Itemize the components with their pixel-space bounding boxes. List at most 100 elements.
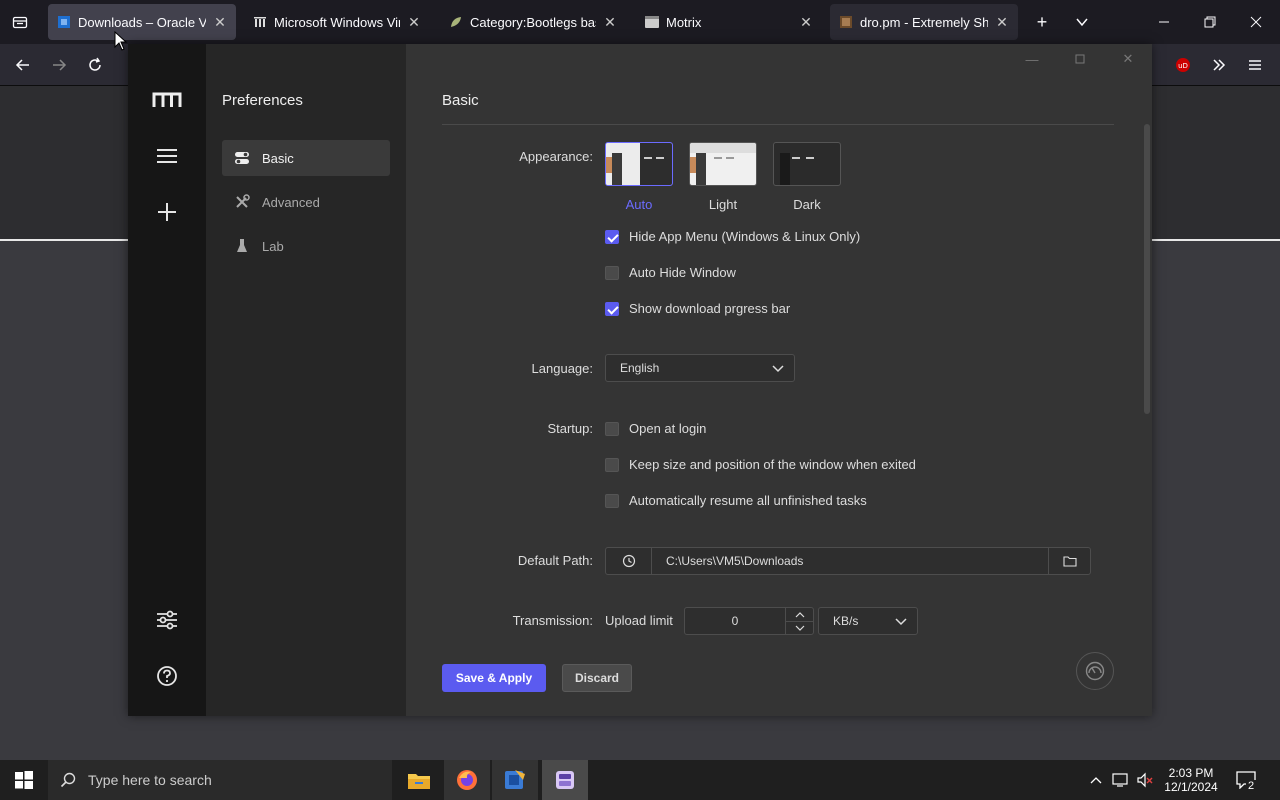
default-path-field[interactable]: C:\Users\VM5\Downloads [605,547,1091,575]
task-list-icon[interactable] [147,136,187,176]
ublock-icon[interactable]: uD [1168,50,1198,80]
subnav-item-advanced[interactable]: Advanced [222,184,390,220]
show-progress-bar-option[interactable]: Show download prgress bar [605,301,790,316]
subnav-item-lab[interactable]: Lab [222,228,390,264]
option-label: Open at login [629,421,707,436]
auto-resume-option[interactable]: Automatically resume all unfinished task… [605,493,867,508]
history-clock-icon[interactable] [606,548,652,574]
app-maximize-icon[interactable] [1066,48,1094,70]
open-at-login-option[interactable]: Open at login [605,421,706,436]
close-tab-icon[interactable]: ✕ [212,14,228,31]
show-progress-bar-checkbox[interactable] [605,301,619,316]
browser-tab-1[interactable]: Microsoft Windows Virtua ✕ [244,4,430,40]
windows-start-icon[interactable] [0,760,48,800]
new-tab-button[interactable]: + [1028,8,1056,36]
decrement-icon[interactable] [785,621,813,634]
auto-resume-checkbox[interactable] [605,493,619,508]
preferences-sliders-icon[interactable] [147,600,187,640]
open-at-login-checkbox[interactable] [605,421,619,436]
forward-icon[interactable] [44,50,74,80]
tab-overview-icon[interactable] [6,8,34,36]
theme-dark-label[interactable]: Dark [773,197,841,212]
network-icon[interactable] [1110,760,1132,800]
volume-muted-icon[interactable] [1134,760,1156,800]
hide-app-menu-checkbox[interactable] [605,229,619,244]
app-minimize-icon[interactable]: — [1018,48,1046,70]
theme-light-label[interactable]: Light [689,197,757,212]
motrix-window: Preferences Basic Advanced Lab — ✕ Basic… [128,44,1152,716]
keep-window-size-option[interactable]: Keep size and position of the window whe… [605,457,916,472]
theme-auto-thumbnail[interactable] [605,142,673,186]
close-window-icon[interactable] [1242,8,1270,36]
option-label: Keep size and position of the window whe… [629,457,916,472]
section-divider [442,124,1114,125]
language-select[interactable]: English [605,354,795,382]
close-tab-icon[interactable]: ✕ [406,14,422,31]
increment-icon[interactable] [785,608,813,621]
motrix-taskbar-icon[interactable] [542,760,588,800]
hide-app-menu-option[interactable]: Hide App Menu (Windows & Linux Only) [605,229,860,244]
content-scrollbar[interactable] [1144,124,1150,414]
clock-time: 2:03 PM [1168,766,1214,780]
auto-hide-window-option[interactable]: Auto Hide Window [605,265,736,280]
close-tab-icon[interactable]: ✕ [602,14,618,31]
speedometer-icon[interactable] [1076,652,1114,690]
upload-limit-stepper[interactable]: 0 [684,607,814,635]
auto-hide-window-checkbox[interactable] [605,265,619,280]
mouse-cursor-icon [114,31,128,51]
help-icon[interactable] [147,656,187,696]
hamburger-menu-icon[interactable] [1240,50,1270,80]
browser-tab-3[interactable]: Motrix ✕ [636,4,822,40]
clock[interactable]: 2:03 PM 12/1/2024 [1158,760,1224,800]
add-task-icon[interactable] [147,192,187,232]
file-explorer-icon[interactable] [396,760,442,800]
theme-light-thumbnail[interactable] [689,142,757,186]
restore-icon[interactable] [1196,8,1224,36]
transmission-label: Transmission: [512,613,593,628]
folder-icon[interactable] [1048,548,1090,574]
language-label: Language: [531,361,593,376]
browser-tab-0[interactable]: Downloads – Oracle Virtu ✕ [48,4,236,40]
notifications-icon[interactable]: 2 [1228,760,1264,800]
upload-unit-select[interactable]: KB/s [818,607,918,635]
browser-tab-2[interactable]: Category:Bootlegs based ✕ [440,4,626,40]
section-title: Basic [442,92,479,109]
leaf-icon [448,14,464,30]
app-close-icon[interactable]: ✕ [1114,48,1142,70]
reload-icon[interactable] [80,50,110,80]
option-label: Show download prgress bar [629,301,791,316]
subnav-item-basic[interactable]: Basic [222,140,390,176]
browser-tab-4[interactable]: dro.pm - Extremely Short ✕ [830,4,1018,40]
save-apply-button[interactable]: Save & Apply [442,664,546,692]
discard-button[interactable]: Discard [562,664,632,692]
overflow-chevrons-icon[interactable] [1204,50,1234,80]
default-path-label: Default Path: [517,553,593,568]
tab-title: dro.pm - Extremely Short [860,14,988,30]
flask-icon [232,236,252,256]
appearance-label: Appearance: [519,149,593,164]
preferences-subnav: Preferences Basic Advanced Lab [206,44,406,716]
subnav-label: Advanced [262,194,320,210]
close-tab-icon[interactable]: ✕ [994,14,1010,31]
minimize-icon[interactable] [1150,8,1178,36]
taskbar-search-box[interactable]: Type here to search [48,760,392,800]
tab-title: Motrix [666,14,702,30]
tab-title: Category:Bootlegs based [470,14,596,30]
back-icon[interactable] [8,50,38,80]
preferences-content: — ✕ Basic Appearance: Auto Light Dark Hi… [406,44,1152,716]
virtualbox-taskbar-icon[interactable] [492,760,538,800]
tools-icon [232,192,252,212]
chevron-down-icon [772,362,784,377]
show-hidden-icons-icon[interactable] [1086,760,1106,800]
close-tab-icon[interactable]: ✕ [798,14,814,31]
subnav-label: Lab [262,238,284,254]
upload-limit-value: 0 [731,614,739,628]
dro-pm-icon [838,14,854,30]
list-tabs-icon[interactable] [1068,8,1096,36]
theme-dark-thumbnail[interactable] [773,142,841,186]
keep-window-size-checkbox[interactable] [605,457,619,472]
option-label: Hide App Menu (Windows & Linux Only) [629,229,861,244]
theme-auto-label[interactable]: Auto [605,197,673,212]
svg-text:uD: uD [1178,62,1188,70]
firefox-icon[interactable] [444,760,490,800]
